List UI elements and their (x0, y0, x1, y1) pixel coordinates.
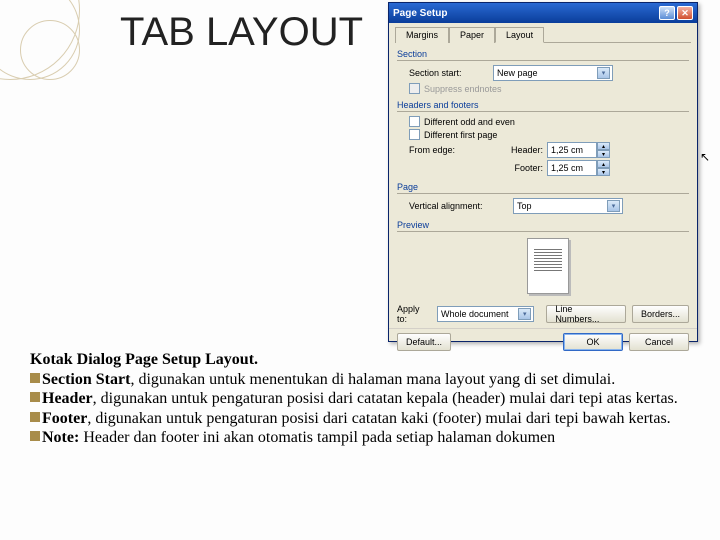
section-start-label: Section start: (409, 68, 489, 78)
valign-value: Top (517, 201, 532, 211)
section-start-combo[interactable]: New page ▾ (493, 65, 613, 81)
tab-margins[interactable]: Margins (395, 27, 449, 43)
valign-combo[interactable]: Top ▾ (513, 198, 623, 214)
footer-value: 1,25 cm (547, 160, 597, 176)
spin-up-icon[interactable]: ▴ (597, 160, 610, 168)
chevron-down-icon: ▾ (597, 67, 610, 79)
slide-title: TAB LAYOUT (120, 10, 363, 55)
body-heading: Kotak Dialog Page Setup Layout. (30, 351, 258, 368)
first-page-label: Different first page (424, 130, 497, 140)
slide-body-text: Kotak Dialog Page Setup Layout. Section … (30, 350, 690, 448)
bullet-icon (30, 373, 40, 383)
bullet-icon (30, 392, 40, 402)
borders-button[interactable]: Borders... (632, 305, 689, 323)
ok-button[interactable]: OK (563, 333, 623, 351)
suppress-endnotes-checkbox[interactable] (409, 83, 420, 94)
hf-group-label: Headers and footers (397, 100, 689, 110)
cancel-button[interactable]: Cancel (629, 333, 689, 351)
chevron-down-icon: ▾ (607, 200, 620, 212)
header-spinner[interactable]: 1,25 cm ▴▾ (547, 142, 610, 158)
header-value: 1,25 cm (547, 142, 597, 158)
decorative-circles (0, 0, 140, 140)
dialog-title: Page Setup (393, 8, 447, 19)
bullet-icon (30, 431, 40, 441)
apply-to-label: Apply to: (397, 304, 431, 324)
preview-group-label: Preview (397, 220, 689, 230)
spin-up-icon[interactable]: ▴ (597, 142, 610, 150)
spin-down-icon[interactable]: ▾ (597, 168, 610, 176)
page-setup-dialog: Page Setup ? ✕ Margins Paper Layout Sect… (388, 2, 698, 342)
dialog-tabs: Margins Paper Layout (389, 23, 697, 43)
preview-page-icon (527, 238, 569, 294)
apply-to-combo[interactable]: Whole document ▾ (437, 306, 534, 322)
close-icon[interactable]: ✕ (677, 6, 693, 20)
suppress-endnotes-label: Suppress endnotes (424, 84, 502, 94)
bullet-icon (30, 412, 40, 422)
from-edge-label: From edge: (409, 145, 489, 155)
dialog-titlebar[interactable]: Page Setup ? ✕ (389, 3, 697, 23)
cursor-icon: ↖ (700, 150, 710, 165)
page-group-label: Page (397, 182, 689, 192)
first-page-checkbox[interactable] (409, 129, 420, 140)
valign-label: Vertical alignment: (409, 201, 509, 211)
header-label: Header: (493, 145, 543, 155)
help-icon[interactable]: ? (659, 6, 675, 20)
tab-layout[interactable]: Layout (495, 27, 544, 43)
default-button[interactable]: Default... (397, 333, 451, 351)
tab-paper[interactable]: Paper (449, 27, 495, 43)
apply-to-value: Whole document (441, 309, 509, 319)
line-numbers-button[interactable]: Line Numbers... (546, 305, 626, 323)
chevron-down-icon: ▾ (518, 308, 531, 320)
footer-spinner[interactable]: 1,25 cm ▴▾ (547, 160, 610, 176)
odd-even-label: Different odd and even (424, 117, 515, 127)
section-group-label: Section (397, 49, 689, 59)
odd-even-checkbox[interactable] (409, 116, 420, 127)
footer-label: Footer: (493, 163, 543, 173)
preview-area (397, 236, 689, 298)
spin-down-icon[interactable]: ▾ (597, 150, 610, 158)
section-start-value: New page (497, 68, 538, 78)
